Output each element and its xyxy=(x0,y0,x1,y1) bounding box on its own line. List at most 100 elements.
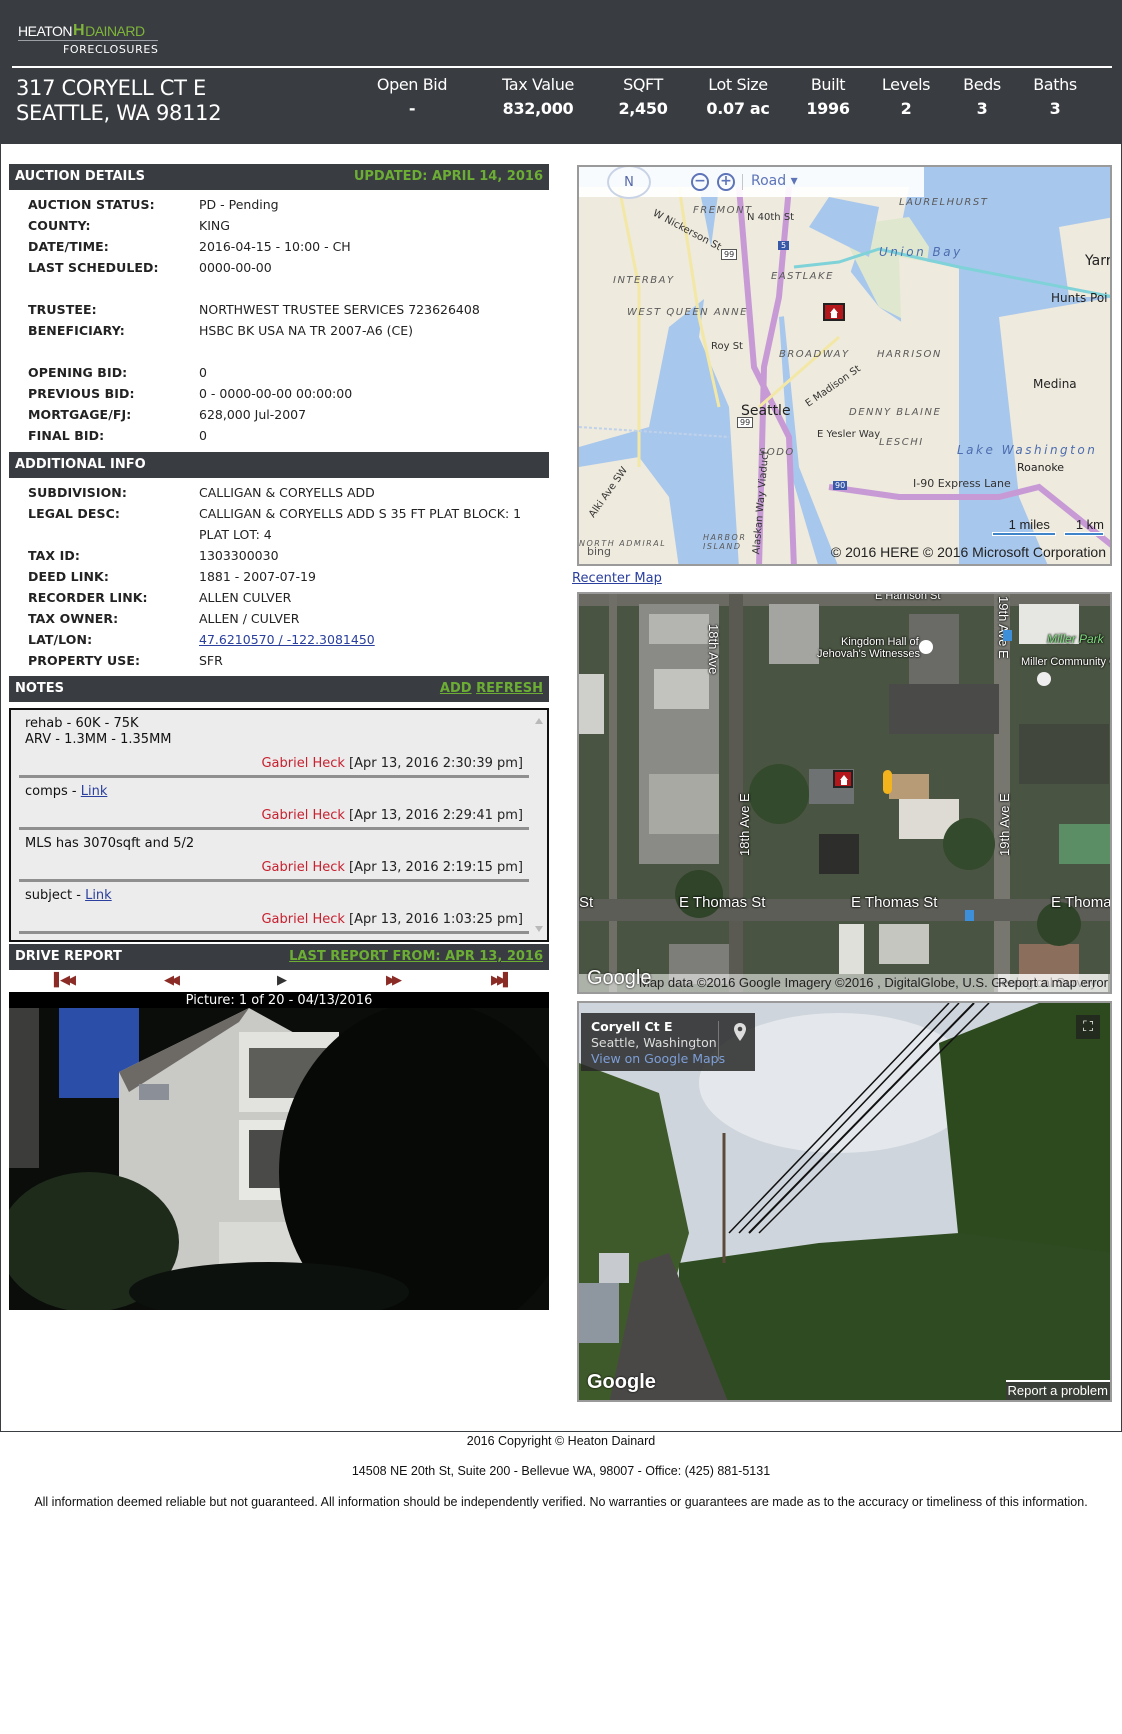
location-pin-icon[interactable] xyxy=(733,1023,747,1041)
stat-value: - xyxy=(408,99,416,118)
detail-row: FINAL BID: 0 xyxy=(28,425,548,446)
notes-scrollbar[interactable] xyxy=(533,712,545,938)
detail-value: CALLIGAN & CORYELLS ADD S 35 FT PLAT BLO… xyxy=(199,506,522,521)
map-label: BROADWAY xyxy=(779,349,850,360)
map-label: Roy St xyxy=(711,341,743,352)
note-meta: Gabriel Heck [Apr 13, 2016 1:03:25 pm] xyxy=(25,910,529,929)
recenter-map-link[interactable]: Recenter Map xyxy=(572,571,662,586)
last-photo-icon[interactable]: ▶▶▌ xyxy=(489,972,513,990)
detail-value: SFR xyxy=(199,653,223,668)
map-label: Yarr xyxy=(1085,253,1112,269)
footer-disclaimer: All information deemed reliable but not … xyxy=(34,1495,1088,1509)
property-photo[interactable]: Picture: 1 of 20 - 04/13/2016 xyxy=(9,992,549,1310)
brand-logo[interactable]: HEATON H DAINARD FORECLOSURES xyxy=(18,23,168,60)
refresh-notes-link[interactable]: REFRESH xyxy=(476,681,543,696)
zoom-in-icon[interactable]: + xyxy=(717,173,735,191)
map-label: LESCHI xyxy=(879,437,924,448)
scroll-down-arrow-icon[interactable] xyxy=(535,926,543,932)
property-stats: Open Bid - Tax Value 832,000 SQFT 2,450 … xyxy=(377,74,1122,130)
report-map-error-link[interactable]: Report a map error xyxy=(998,974,1108,992)
notes-list[interactable]: rehab - 60K - 75K ARV - 1.3MM - 1.35MM G… xyxy=(9,708,549,942)
bing-logo: bing xyxy=(587,545,611,558)
map-label: Jehovah's Witnesses xyxy=(817,648,920,660)
highway-99-shield-icon: 99 xyxy=(737,417,754,428)
detail-key: PREVIOUS BID: xyxy=(28,386,135,401)
map-label: E Harrison St xyxy=(875,592,941,602)
note-author: Gabriel Heck xyxy=(261,912,345,927)
road-map-canvas xyxy=(579,167,1110,564)
note-link[interactable]: Link xyxy=(81,784,108,799)
road-map[interactable]: N − + Road ▾ FREMONT LAURELHURST N 40th … xyxy=(577,165,1112,566)
play-icon[interactable]: ▶ xyxy=(271,972,293,990)
map-label: E Thomas St xyxy=(679,894,766,911)
detail-row: OPENING BID: 0 xyxy=(28,362,548,383)
previous-photo-icon[interactable]: ◀◀ xyxy=(159,972,181,990)
place-of-worship-icon[interactable] xyxy=(919,640,933,654)
map-label: EASTLAKE xyxy=(771,271,834,282)
lat-lon-link[interactable]: 47.6210570 / -122.3081450 xyxy=(199,632,375,647)
google-logo: Google xyxy=(587,1371,656,1393)
detail-row: AUCTION STATUS: PD - Pending xyxy=(28,194,548,215)
footer-copyright: 2016 Copyright © Heaton Dainard xyxy=(466,1434,656,1448)
logo-heaton-text: HEATON xyxy=(18,23,73,39)
detail-key: PROPERTY USE: xyxy=(28,653,141,668)
deed-link-value[interactable]: 1881 - 2007-07-19 xyxy=(199,566,548,587)
page-header: HEATON H DAINARD FORECLOSURES 317 CORYEL… xyxy=(0,0,1122,144)
additional-info-list: SUBDIVISION: CALLIGAN & CORYELLS ADD LEGA… xyxy=(28,482,548,671)
map-label: 18th Ave xyxy=(706,624,721,675)
map-type-dropdown[interactable]: Road ▾ xyxy=(751,173,798,189)
report-problem-link[interactable]: Report a problem xyxy=(1005,1380,1110,1400)
fullscreen-icon[interactable]: ⛶ xyxy=(1076,1015,1100,1039)
property-marker-icon[interactable] xyxy=(823,303,845,321)
stat-label: Baths xyxy=(1033,75,1077,94)
logo-dainard-text: DAINARD xyxy=(85,23,145,39)
notes-header: NOTES ADD REFRESH xyxy=(9,676,549,702)
detail-row: BENEFICIARY: HSBC BK USA NA TR 2007-A6 (C… xyxy=(28,320,548,341)
detail-key: AUCTION STATUS: xyxy=(28,197,155,212)
next-photo-icon[interactable]: ▶▶ xyxy=(381,972,403,990)
stat-value: 2,450 xyxy=(618,99,668,118)
stat-baths: Baths 3 xyxy=(1000,74,1110,122)
satellite-map[interactable]: E Harrison St 18th Ave 19th Ave E Kingdo… xyxy=(577,592,1112,994)
recorder-link-value[interactable]: ALLEN CULVER xyxy=(199,587,548,608)
add-note-link[interactable]: ADD xyxy=(440,681,472,696)
detail-row: LEGAL DESC: CALLIGAN & CORYELLS ADD S 35 … xyxy=(28,503,548,524)
street-view[interactable]: Coryell Ct E Seattle, Washington View on… xyxy=(577,1001,1112,1402)
property-marker-icon[interactable] xyxy=(833,770,853,788)
zoom-out-icon[interactable]: − xyxy=(691,173,709,191)
note-text: ARV - 1.3MM - 1.35MM xyxy=(25,732,172,747)
compass-rose-icon[interactable]: N xyxy=(607,167,651,199)
bus-stop-icon[interactable] xyxy=(1003,630,1012,641)
stat-label: SQFT xyxy=(623,75,663,94)
detail-row: DATE/TIME: 2016-04-15 - 10:00 - CH xyxy=(28,236,548,257)
map-label: E Yesler Way xyxy=(817,429,881,440)
last-report-link[interactable]: LAST REPORT FROM: APR 13, 2016 xyxy=(289,949,543,964)
street-view-pegman-icon[interactable] xyxy=(883,770,892,794)
notes-title: NOTES xyxy=(15,681,65,696)
note-text: subject - xyxy=(25,888,86,903)
photo-caption: Picture: 1 of 20 - 04/13/2016 xyxy=(9,992,549,1008)
bus-stop-icon[interactable] xyxy=(965,910,974,921)
stat-open-bid: Open Bid - xyxy=(357,74,467,122)
detail-value: 0 xyxy=(199,428,207,443)
view-on-google-maps-link[interactable]: View on Google Maps xyxy=(591,1051,745,1067)
detail-row: TRUSTEE: NORTHWEST TRUSTEE SERVICES 72362… xyxy=(28,299,548,320)
stat-value: 832,000 xyxy=(502,99,574,118)
detail-key: COUNTY: xyxy=(28,218,91,233)
scale-miles: 1 miles xyxy=(1008,517,1050,532)
highway-99-shield-icon: 99 xyxy=(721,249,738,260)
detail-row: PREVIOUS BID: 0 - 0000-00-00 00:00:00 xyxy=(28,383,548,404)
scroll-up-arrow-icon[interactable] xyxy=(535,718,543,724)
map-label: DENNY BLAINE xyxy=(849,407,942,418)
community-center-icon[interactable] xyxy=(1037,672,1051,686)
page-footer: 2016 Copyright © Heaton Dainard 14508 NE… xyxy=(0,1432,1122,1510)
detail-key: TAX OWNER: xyxy=(28,611,119,626)
stat-sqft: SQFT 2,450 xyxy=(588,74,698,122)
property-address: 317 CORYELL CT E SEATTLE, WA 98112 xyxy=(16,76,222,126)
note-link[interactable]: Link xyxy=(85,888,112,903)
detail-row: COUNTY: KING xyxy=(28,215,548,236)
first-photo-icon[interactable]: ▌◀◀ xyxy=(52,972,76,990)
photo-controls: ▌◀◀ ◀◀ ▶ ▶▶ ▶▶▌ xyxy=(9,970,549,992)
detail-value: 0000-00-00 xyxy=(199,260,272,275)
detail-value: 628,000 Jul-2007 xyxy=(199,407,307,422)
